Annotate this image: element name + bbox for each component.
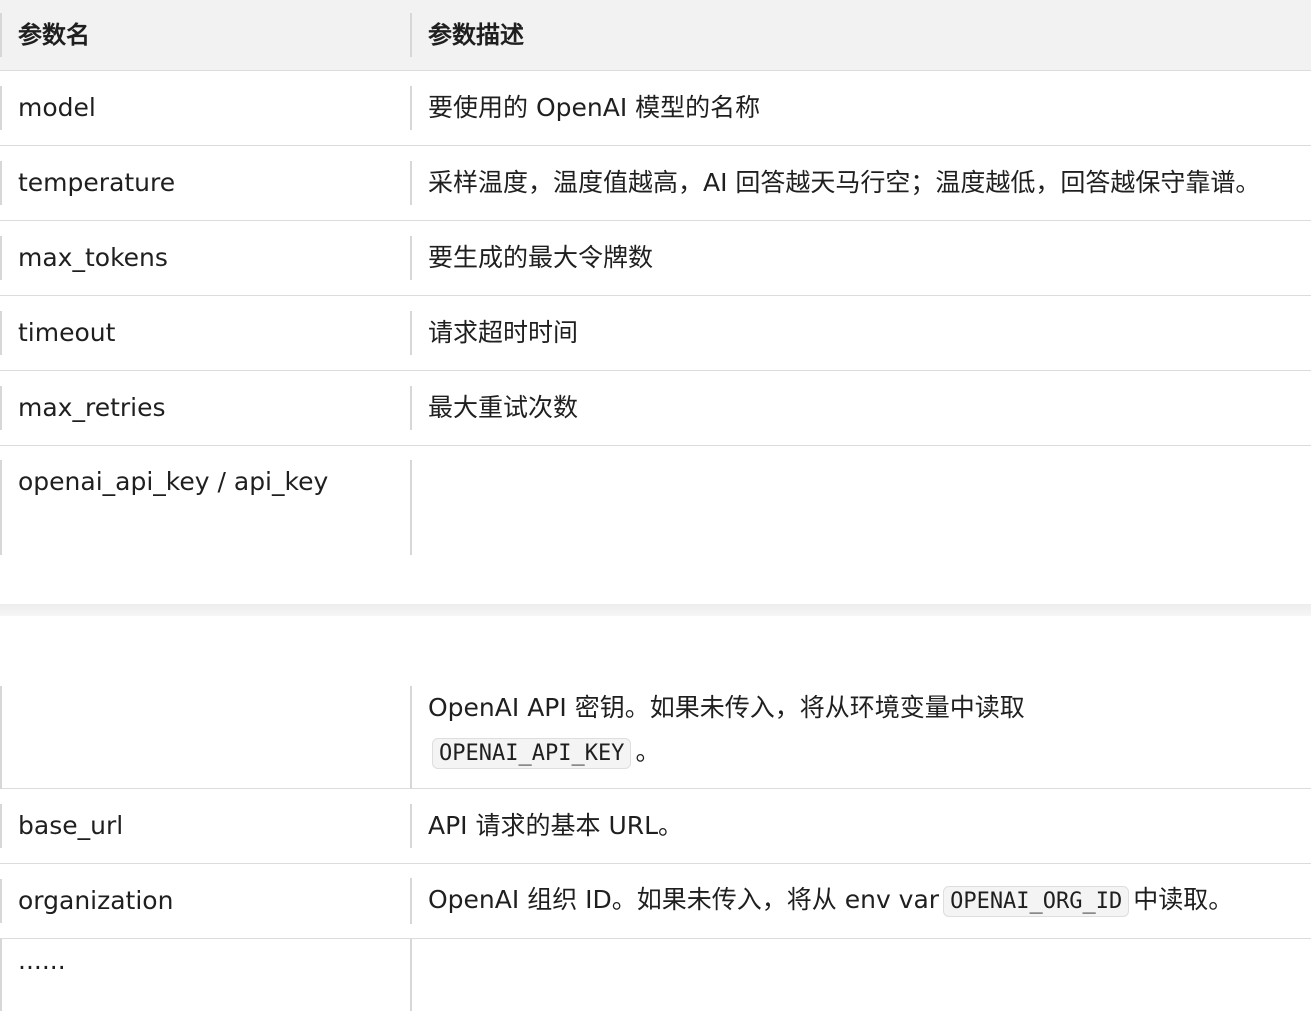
header-param-name: 参数名 — [0, 13, 410, 57]
param-name: timeout — [0, 311, 410, 355]
param-desc: 最大重试次数 — [410, 386, 1311, 430]
org-desc-prefix: OpenAI 组织 ID。如果未传入，将从 env var — [428, 885, 940, 914]
table-row: model 要使用的 OpenAI 模型的名称 — [0, 71, 1311, 146]
document-page: 参数名 参数描述 model 要使用的 OpenAI 模型的名称 tempera… — [0, 0, 1311, 1011]
param-desc — [410, 939, 1311, 1011]
param-name: base_url — [0, 804, 410, 848]
org-desc-suffix: 中读取。 — [1133, 885, 1234, 914]
api-key-desc-line1: OpenAI API 密钥。如果未传入，将从环境变量中读取 — [428, 693, 1025, 722]
table-row: max_retries 最大重试次数 — [0, 371, 1311, 446]
page-break-divider — [0, 604, 1311, 616]
param-desc: OpenAI API 密钥。如果未传入，将从环境变量中读取 OPENAI_API… — [410, 686, 1311, 789]
param-desc — [410, 460, 1311, 555]
header-param-desc: 参数描述 — [410, 13, 1311, 57]
table-row: base_url API 请求的基本 URL。 — [0, 789, 1311, 864]
table-row: openai_api_key / api_key — [0, 446, 1311, 555]
param-name: model — [0, 86, 410, 130]
api-key-desc-line2: OPENAI_API_KEY。 — [428, 730, 1311, 776]
table-row: temperature 采样温度，温度值越高，AI 回答越天马行空；温度越低，回… — [0, 146, 1311, 221]
table-header-row: 参数名 参数描述 — [0, 0, 1311, 71]
param-name: max_tokens — [0, 236, 410, 280]
api-key-desc-suffix: 。 — [635, 737, 661, 766]
params-table-top: 参数名 参数描述 model 要使用的 OpenAI 模型的名称 tempera… — [0, 0, 1311, 555]
table-row: timeout 请求超时时间 — [0, 296, 1311, 371]
param-name: temperature — [0, 161, 410, 205]
table-row: organization OpenAI 组织 ID。如果未传入，将从 env v… — [0, 864, 1311, 939]
inline-code: OPENAI_API_KEY — [432, 738, 632, 769]
param-desc: API 请求的基本 URL。 — [410, 804, 1311, 848]
param-name: max_retries — [0, 386, 410, 430]
table-row: max_tokens 要生成的最大令牌数 — [0, 221, 1311, 296]
table-row: OpenAI API 密钥。如果未传入，将从环境变量中读取 OPENAI_API… — [0, 686, 1311, 789]
param-desc: 采样温度，温度值越高，AI 回答越天马行空；温度越低，回答越保守靠谱。 — [410, 161, 1311, 205]
table-row: ...... — [0, 939, 1311, 1011]
param-desc: 要使用的 OpenAI 模型的名称 — [410, 86, 1311, 130]
param-name: ...... — [0, 939, 410, 1011]
param-desc: 要生成的最大令牌数 — [410, 236, 1311, 280]
param-desc: 请求超时时间 — [410, 311, 1311, 355]
inline-code: OPENAI_ORG_ID — [943, 886, 1130, 917]
param-name: organization — [0, 879, 410, 923]
param-desc: OpenAI 组织 ID。如果未传入，将从 env var OPENAI_ORG_… — [410, 878, 1311, 924]
param-name-continued — [0, 686, 410, 789]
params-table-bottom: OpenAI API 密钥。如果未传入，将从环境变量中读取 OPENAI_API… — [0, 686, 1311, 1011]
param-name: openai_api_key / api_key — [0, 460, 410, 555]
